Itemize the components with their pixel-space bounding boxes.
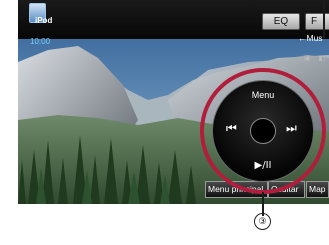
ipod-control-wheel[interactable]: Menu ⏮ ⏭ ▶/II xyxy=(212,80,314,182)
previous-track-icon[interactable]: ⏮ xyxy=(226,121,237,136)
function-button[interactable]: F xyxy=(305,13,329,30)
clock-time: 10:00 xyxy=(30,37,51,46)
callout-leader-top xyxy=(323,0,325,38)
center-select-button[interactable] xyxy=(250,118,276,144)
callout-highlight-circle: Menu ⏮ ⏭ ▶/II xyxy=(200,68,326,194)
music-back-link[interactable]: ←Mus xyxy=(298,33,323,43)
next-track-icon[interactable]: ⏭ xyxy=(286,121,297,136)
play-pause-icon[interactable]: ▶/II xyxy=(213,160,313,171)
ipod-source-icon[interactable]: iPod xyxy=(26,3,56,31)
callout-number: ③ xyxy=(254,213,271,230)
eq-button[interactable]: EQ xyxy=(262,13,300,30)
status-icons: ▣◧ xyxy=(304,54,325,62)
map-button[interactable]: Map xyxy=(306,181,329,198)
source-label: iPod xyxy=(35,16,53,25)
menu-label[interactable]: Menu xyxy=(213,90,313,100)
